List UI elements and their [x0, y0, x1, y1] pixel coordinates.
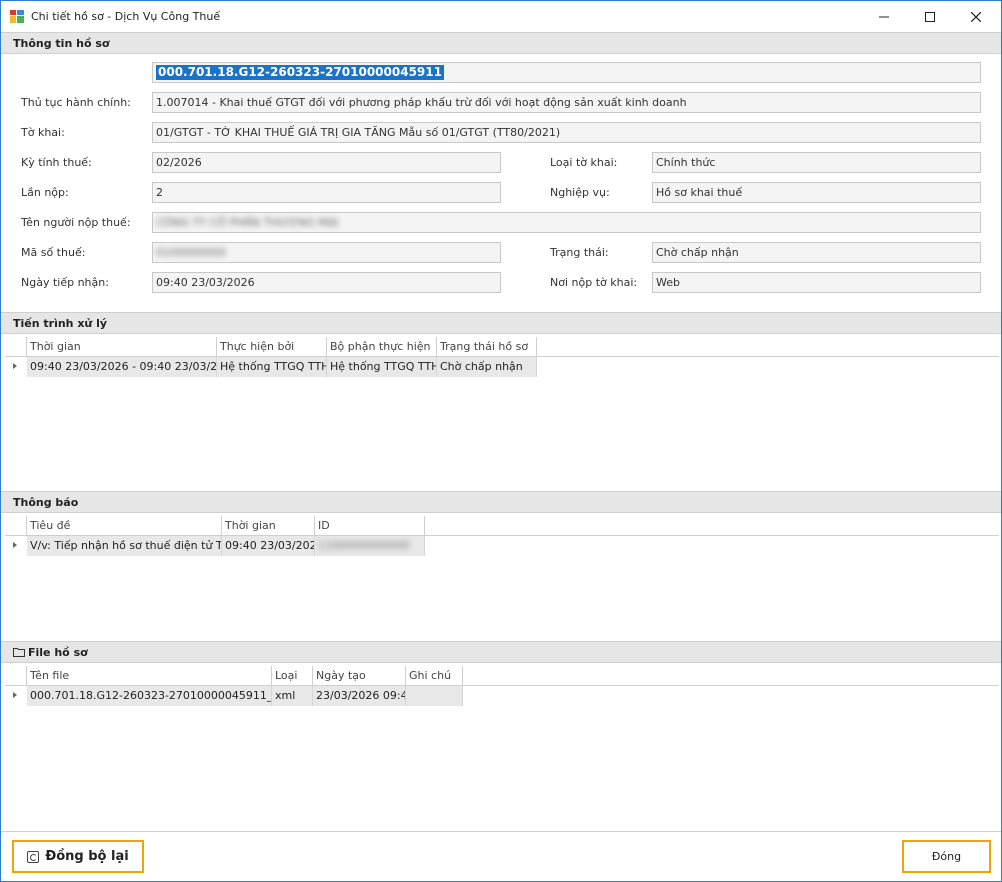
declaration-type-label: Loại tờ khai:	[550, 156, 618, 169]
detail-window: Chi tiết hồ sơ - Dịch Vụ Công Thuế Thông…	[0, 0, 1002, 882]
column-header[interactable]: Trạng thái hồ sơ	[437, 337, 537, 357]
table-cell[interactable]: 09:40 23/03/2026 - 09:40 23/03/2026	[27, 357, 217, 377]
section-title: File hồ sơ	[28, 646, 88, 659]
form-field[interactable]: 01/GTGT - TỜ KHAI THUẾ GIÁ TRỊ GIA TĂNG …	[152, 122, 981, 143]
section-header-process: Tiến trình xử lý	[1, 312, 1001, 334]
table-cell[interactable]: xml	[272, 686, 313, 706]
column-header[interactable]: Thực hiện bởi	[217, 337, 327, 357]
period-label: Kỳ tính thuế:	[21, 156, 92, 169]
sync-icon	[27, 850, 40, 863]
table-cell[interactable]: 23/03/2026 09:43	[313, 686, 406, 706]
period-field[interactable]: 02/2026	[152, 152, 501, 173]
row-indicator-icon	[13, 542, 17, 548]
tax-code-field[interactable]: 0100000000	[152, 242, 501, 263]
process-grid-header: Thời gian Thực hiện bởi Bộ phận thực hiệ…	[5, 337, 999, 357]
tax-code-label: Mã số thuế:	[21, 246, 86, 259]
column-header[interactable]: Ghi chú	[406, 666, 463, 686]
received-date-label: Ngày tiếp nhận:	[21, 276, 109, 289]
table-cell[interactable]: 1100000000000	[315, 536, 425, 556]
column-header[interactable]: Loại	[272, 666, 313, 686]
section-header-files: File hồ sơ	[1, 641, 1001, 663]
table-cell[interactable]: Chờ chấp nhận	[437, 357, 537, 377]
form-label: Tờ khai:	[21, 126, 65, 139]
files-grid[interactable]: Tên file Loại Ngày tạo Ghi chú 000.701.1…	[5, 666, 999, 829]
column-header[interactable]: ID	[315, 516, 425, 536]
dossier-code-field[interactable]: 000.701.18.G12-260323-27010000045911	[152, 62, 981, 83]
minimize-icon	[879, 16, 889, 17]
notices-grid-header: Tiêu đề Thời gian ID	[5, 516, 999, 536]
notices-grid[interactable]: Tiêu đề Thời gian ID V/v: Tiếp nhận hồ s…	[5, 516, 999, 640]
table-row[interactable]: V/v: Tiếp nhận hồ sơ thuế điện tử TT19 0…	[5, 536, 999, 556]
folder-icon	[13, 648, 25, 657]
close-icon	[971, 11, 981, 22]
table-cell[interactable]	[406, 686, 463, 706]
row-indicator-icon	[13, 363, 17, 369]
row-indicator-header	[5, 337, 27, 357]
maximize-button[interactable]	[907, 1, 953, 32]
column-header[interactable]: Ngày tạo	[313, 666, 406, 686]
section-header-notices: Thông báo	[1, 491, 1001, 513]
taxpayer-name-field[interactable]: CÔNG TY CỔ PHẦN THƯƠNG MẠI	[152, 212, 981, 233]
column-header[interactable]: Tiêu đề	[27, 516, 222, 536]
submit-place-label: Nơi nộp tờ khai:	[550, 276, 638, 289]
submit-place-field[interactable]: Web	[652, 272, 981, 293]
table-cell[interactable]: 000.701.18.G12-260323-27010000045911_0.x…	[27, 686, 272, 706]
table-cell[interactable]: Hệ thống TTGQ TTHC	[327, 357, 437, 377]
close-button-label: Đóng	[931, 850, 962, 863]
operation-label: Nghiệp vụ:	[550, 186, 610, 199]
process-grid[interactable]: Thời gian Thực hiện bởi Bộ phận thực hiệ…	[5, 337, 999, 489]
table-row[interactable]: 09:40 23/03/2026 - 09:40 23/03/2026 Hệ t…	[5, 357, 999, 377]
procedure-label: Thủ tục hành chính:	[21, 96, 131, 109]
sync-button-label: Đồng bộ lại	[45, 849, 129, 864]
app-icon	[10, 10, 24, 23]
row-indicator-icon	[13, 692, 17, 698]
table-cell[interactable]: 09:40 23/03/2026	[222, 536, 315, 556]
row-indicator-header	[5, 516, 27, 536]
column-header[interactable]: Bộ phận thực hiện	[327, 337, 437, 357]
table-row[interactable]: 000.701.18.G12-260323-27010000045911_0.x…	[5, 686, 999, 706]
table-cell[interactable]: Hệ thống TTGQ TTHC	[217, 357, 327, 377]
close-window-button[interactable]	[953, 1, 999, 32]
column-header[interactable]: Thời gian	[27, 337, 217, 357]
dossier-code: 000.701.18.G12-260323-27010000045911	[156, 65, 444, 80]
row-indicator-header	[5, 666, 27, 686]
received-date-field[interactable]: 09:40 23/03/2026	[152, 272, 501, 293]
sync-button[interactable]: Đồng bộ lại	[12, 840, 144, 873]
status-field[interactable]: Chờ chấp nhận	[652, 242, 981, 263]
close-button[interactable]: Đóng	[902, 840, 991, 873]
declaration-type-field[interactable]: Chính thức	[652, 152, 981, 173]
window-title: Chi tiết hồ sơ - Dịch Vụ Công Thuế	[31, 10, 221, 23]
table-cell[interactable]: V/v: Tiếp nhận hồ sơ thuế điện tử TT19	[27, 536, 222, 556]
minimize-button[interactable]	[861, 1, 907, 32]
status-label: Trạng thái:	[550, 246, 609, 259]
section-header-info: Thông tin hồ sơ	[1, 32, 1001, 54]
column-header[interactable]: Thời gian	[222, 516, 315, 536]
title-bar[interactable]: Chi tiết hồ sơ - Dịch Vụ Công Thuế	[1, 1, 1001, 32]
submission-no-field[interactable]: 2	[152, 182, 501, 203]
column-header[interactable]: Tên file	[27, 666, 272, 686]
procedure-field[interactable]: 1.007014 - Khai thuế GTGT đối với phương…	[152, 92, 981, 113]
files-grid-header: Tên file Loại Ngày tạo Ghi chú	[5, 666, 999, 686]
taxpayer-name-label: Tên người nộp thuế:	[21, 216, 131, 229]
submission-no-label: Lần nộp:	[21, 186, 69, 199]
maximize-icon	[925, 11, 935, 22]
operation-field[interactable]: Hồ sơ khai thuế	[652, 182, 981, 203]
footer-bar: Đồng bộ lại Đóng	[1, 831, 1001, 881]
